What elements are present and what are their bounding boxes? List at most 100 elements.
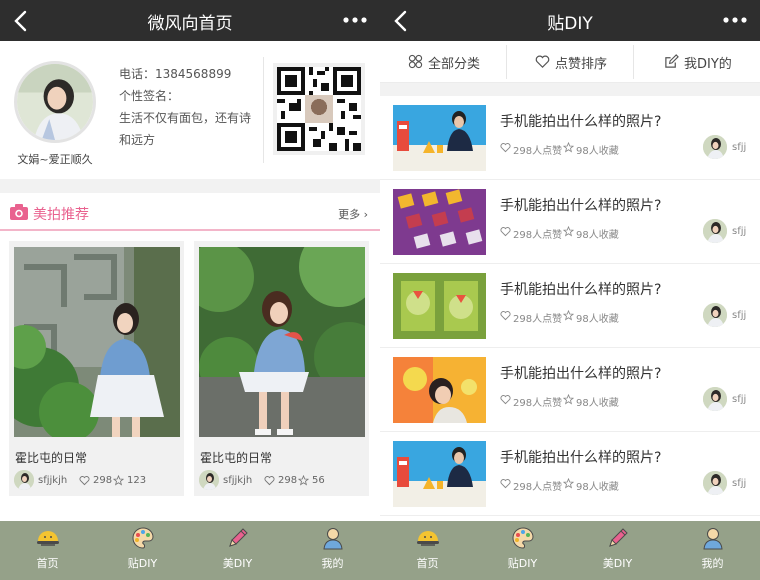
item-thumbnail[interactable]	[393, 273, 486, 339]
fav-count: 98人收藏	[576, 398, 619, 409]
home-screen: 微风向首页 文娟~爱正顺久 电话：1384568899 个性签名： 生活不仅有面…	[0, 0, 380, 580]
username: sfjjkjh	[38, 475, 68, 486]
list-item[interactable]: 手机能拍出什么样的照片? 298人点赞 98人收藏 sfjj	[380, 264, 760, 348]
pencil-icon	[608, 528, 628, 547]
like-count: 298人点赞	[513, 146, 563, 157]
card-photo[interactable]	[199, 247, 365, 437]
filter-label: 全部分类	[428, 57, 481, 72]
list-item[interactable]: 手机能拍出什么样的照片? 298人点赞 98人收藏 sfjj	[380, 180, 760, 264]
tab-label: 首页	[416, 557, 439, 570]
card-photo[interactable]	[14, 247, 180, 437]
list-item[interactable]: 手机能拍出什么样的照片? 298人点赞 98人收藏 sfjj	[380, 348, 760, 432]
avatar[interactable]	[703, 303, 727, 327]
list-item[interactable]: 手机能拍出什么样的照片? 298人点赞 98人收藏 sfjj	[380, 432, 760, 516]
sun-icon	[416, 531, 439, 546]
item-thumbnail[interactable]	[393, 189, 486, 255]
palette-icon	[132, 527, 154, 549]
profile-info: 电话：1384568899 个性签名： 生活不仅有面包，还有诗 和远方	[119, 63, 269, 151]
heart-icon	[500, 479, 511, 489]
tab-home[interactable]: 首页	[380, 525, 475, 577]
more-icon[interactable]	[722, 12, 748, 28]
tab-label: 我的	[321, 557, 344, 570]
tab-label: 贴DIY	[127, 557, 158, 570]
avatar[interactable]	[14, 470, 34, 490]
fav-count: 98人收藏	[576, 482, 619, 493]
item-title: 手机能拍出什么样的照片?	[500, 366, 662, 382]
tab-diy[interactable]: 贴DIY	[475, 525, 570, 577]
heart-icon	[500, 143, 511, 153]
list-item[interactable]: 手机能拍出什么样的照片? 298人点赞 98人收藏 sfjj	[380, 96, 760, 180]
qr-code[interactable]	[273, 63, 365, 155]
filter-all-categories[interactable]: 全部分类	[380, 41, 506, 83]
bottom-tab-bar: 首页 贴DIY 美DIY 我的	[0, 521, 380, 580]
item-thumbnail[interactable]	[393, 441, 486, 507]
heart-icon	[500, 227, 511, 237]
filter-my-diy[interactable]: 我DIY的	[634, 41, 760, 83]
signature-line: 和远方	[119, 133, 156, 147]
avatar[interactable]	[703, 219, 727, 243]
avatar[interactable]	[14, 61, 96, 143]
item-stats: 298人点赞 98人收藏	[500, 309, 660, 325]
tab-label: 我的	[701, 557, 724, 570]
grid-icon	[408, 54, 423, 69]
filter-sort-likes[interactable]: 点赞排序	[507, 41, 633, 83]
phone-text: 电话：1384568899	[119, 67, 232, 81]
item-stats: 298人点赞 98人收藏	[500, 393, 660, 409]
chevron-right-icon: ›	[363, 208, 368, 221]
username: sfjj	[732, 394, 747, 405]
heart-icon	[535, 55, 550, 68]
more-link[interactable]: 更多 ›	[338, 206, 368, 222]
photo-card[interactable]: 霍比屯的日常 sfjjkjh 298 123	[9, 241, 184, 496]
fav-count: 98人收藏	[576, 230, 619, 241]
profile-card: 文娟~爱正顺久 电话：1384568899 个性签名： 生活不仅有面包，还有诗 …	[0, 41, 380, 179]
item-stats: 298人点赞 98人收藏	[500, 477, 660, 493]
signature-line: 生活不仅有面包，还有诗	[119, 111, 252, 125]
fav-count: 98人收藏	[576, 314, 619, 325]
palette-icon	[512, 527, 534, 549]
more-icon[interactable]	[342, 12, 368, 28]
star-icon	[563, 310, 574, 321]
user-icon	[702, 528, 723, 550]
tab-mei-diy[interactable]: 美DIY	[190, 525, 285, 577]
card-meta: sfjjkjh 298 56	[199, 470, 365, 492]
tab-mine[interactable]: 我的	[665, 525, 760, 577]
item-title: 手机能拍出什么样的照片?	[500, 282, 662, 298]
tab-label: 美DIY	[602, 557, 633, 570]
avatar[interactable]	[199, 470, 219, 490]
recommend-header: 美拍推荐 更多 ›	[0, 193, 380, 231]
recommend-title: 美拍推荐	[33, 207, 89, 223]
avatar[interactable]	[703, 135, 727, 159]
photo-card[interactable]: 霍比屯的日常 sfjjkjh 298 56	[194, 241, 369, 496]
tab-diy[interactable]: 贴DIY	[95, 525, 190, 577]
tab-home[interactable]: 首页	[0, 525, 95, 577]
header-bar: 微风向首页	[0, 0, 380, 41]
star-icon	[563, 142, 574, 153]
item-thumbnail[interactable]	[393, 105, 486, 171]
heart-icon[interactable]	[79, 475, 90, 486]
star-icon[interactable]	[113, 475, 124, 486]
profile-name: 文娟~爱正顺久	[17, 153, 93, 166]
card-title: 霍比屯的日常	[15, 451, 88, 465]
like-count: 298人点赞	[513, 314, 563, 325]
item-title: 手机能拍出什么样的照片?	[500, 114, 662, 130]
avatar[interactable]	[703, 387, 727, 411]
more-label: 更多	[338, 208, 361, 221]
item-thumbnail[interactable]	[393, 357, 486, 423]
avatar[interactable]	[703, 471, 727, 495]
like-count: 298人点赞	[513, 398, 563, 409]
bottom-tab-bar: 首页 贴DIY 美DIY 我的	[380, 521, 760, 580]
heart-icon	[500, 311, 511, 321]
heart-icon[interactable]	[264, 475, 275, 486]
username: sfjjkjh	[223, 475, 253, 486]
tab-mine[interactable]: 我的	[285, 525, 380, 577]
heart-icon	[500, 395, 511, 405]
header-bar: 贴DIY	[380, 0, 760, 41]
fav-count: 56	[312, 475, 325, 486]
diy-screen: 贴DIY 全部分类 点赞排序 我DIY的 手机能拍出什么样的照片? 298人点赞…	[380, 0, 760, 580]
like-count: 298	[93, 475, 113, 486]
star-icon[interactable]	[298, 475, 309, 486]
filter-label: 点赞排序	[555, 57, 608, 72]
tab-label: 贴DIY	[507, 557, 538, 570]
tab-mei-diy[interactable]: 美DIY	[570, 525, 665, 577]
star-icon	[563, 478, 574, 489]
